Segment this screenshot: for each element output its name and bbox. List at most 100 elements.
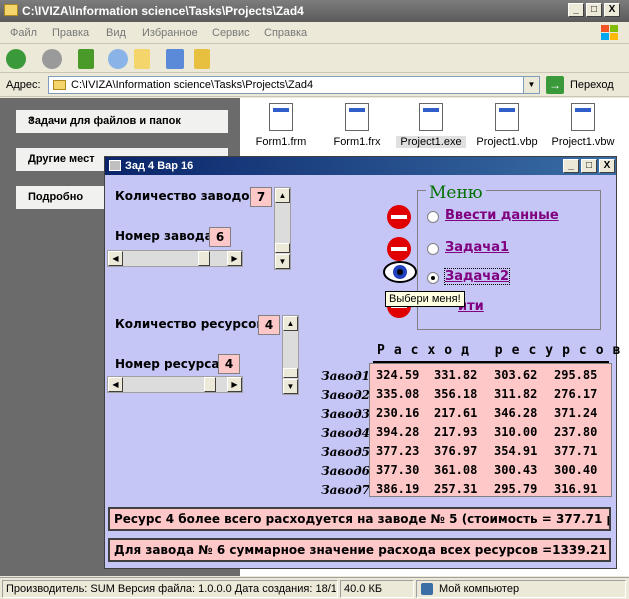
factories-count-scrollbar[interactable]: ▲ ▼ xyxy=(274,187,291,270)
forward-arrow-icon[interactable] xyxy=(42,49,62,69)
row-label: Завод6 xyxy=(321,464,371,478)
option-task2[interactable]: Задача2 xyxy=(443,268,511,285)
radio-task1[interactable] xyxy=(427,243,439,255)
scroll-thumb[interactable] xyxy=(275,243,290,253)
menu-title: Меню xyxy=(426,183,486,203)
tasks-panel-title: Подробно xyxy=(28,191,84,203)
scroll-right-icon[interactable]: ▶ xyxy=(227,251,242,266)
result-max-resource: Ресурс 4 более всего расходуется на заво… xyxy=(108,507,611,531)
status-panel-info: Производитель: SUM Версия файла: 1.0.0.0… xyxy=(2,580,338,598)
file-item[interactable]: Form1.frx xyxy=(322,103,392,148)
favorites-star-icon[interactable] xyxy=(194,49,210,69)
grid-cell: 295.85 xyxy=(554,368,598,382)
views-icon[interactable] xyxy=(166,49,184,69)
eye-icon xyxy=(383,261,417,283)
stop-icon xyxy=(387,237,411,261)
menu-file[interactable]: Файл xyxy=(10,27,37,39)
grid-cell: 354.91 xyxy=(494,444,538,458)
chevron-down-icon[interactable]: ▼ xyxy=(523,77,539,93)
address-input[interactable]: C:\IVIZA\Information science\Tasks\Proje… xyxy=(48,76,540,94)
menu-tools[interactable]: Сервис xyxy=(212,27,250,39)
file-item[interactable]: Project1.exe xyxy=(396,103,466,148)
factories-count-label: Количество заводов xyxy=(115,189,258,203)
grid-cell: 310.00 xyxy=(494,425,538,439)
scroll-thumb[interactable] xyxy=(198,251,210,266)
result-factory-sum: Для завода № 6 суммарное значение расход… xyxy=(108,538,611,562)
file-name: Form1.frm xyxy=(255,136,307,148)
address-value: C:\IVIZA\Information science\Tasks\Proje… xyxy=(71,79,314,91)
status-panel-zone: Мой компьютер xyxy=(416,580,626,598)
option-input-data[interactable]: Ввести данные xyxy=(445,208,559,223)
radio-input-data[interactable] xyxy=(427,211,439,223)
grid-cell: 230.16 xyxy=(376,406,420,420)
scroll-up-icon[interactable]: ▲ xyxy=(275,188,290,203)
tasks-panel-file-tasks[interactable]: Задачи для файлов и папок » xyxy=(16,110,228,133)
grid-cell: 217.93 xyxy=(434,425,478,439)
search-icon[interactable] xyxy=(108,49,128,69)
resource-grid: 324.59 331.82 303.62 295.85 335.08 356.1… xyxy=(369,363,612,497)
vb-form-file-icon xyxy=(269,103,293,131)
result-text: Ресурс 4 более всего расходуется на заво… xyxy=(114,512,611,526)
grid-cell: 303.62 xyxy=(494,368,538,382)
vb-frx-file-icon xyxy=(345,103,369,131)
form-title-bar[interactable]: Зад 4 Вар 16 _ □ X xyxy=(105,157,616,175)
grid-cell: 386.19 xyxy=(376,482,420,496)
resource-number-value: 4 xyxy=(218,354,240,374)
scroll-left-icon[interactable]: ◀ xyxy=(108,251,123,266)
form-maximize-button[interactable]: □ xyxy=(581,159,597,173)
menu-help[interactable]: Справка xyxy=(264,27,307,39)
file-item[interactable]: Project1.vbw xyxy=(548,103,618,148)
folders-icon[interactable] xyxy=(134,49,150,69)
vb-workspace-file-icon xyxy=(571,103,595,131)
stop-icon xyxy=(387,205,411,229)
up-folder-icon[interactable] xyxy=(78,49,94,69)
factories-count-value: 7 xyxy=(250,187,272,207)
minimize-button[interactable]: _ xyxy=(568,3,584,17)
table-title: Расход ресурсов xyxy=(377,343,629,358)
scroll-down-icon[interactable]: ▼ xyxy=(283,379,298,394)
scroll-down-icon[interactable]: ▼ xyxy=(275,254,290,269)
folder-icon xyxy=(4,4,18,16)
scroll-thumb[interactable] xyxy=(204,377,216,392)
go-label: Переход xyxy=(570,79,614,91)
scroll-right-icon[interactable]: ▶ xyxy=(227,377,242,392)
grid-cell: 237.80 xyxy=(554,425,598,439)
my-computer-icon xyxy=(421,583,433,595)
form-minimize-button[interactable]: _ xyxy=(563,159,579,173)
form-close-button[interactable]: X xyxy=(599,159,615,173)
grid-cell: 217.61 xyxy=(434,406,478,420)
row-label: Завод1 xyxy=(321,369,371,383)
go-arrow-icon: → xyxy=(546,76,564,94)
tooltip: Выбери меня! xyxy=(385,291,465,307)
scroll-left-icon[interactable]: ◀ xyxy=(108,377,123,392)
factory-number-value: 6 xyxy=(209,227,231,247)
resource-number-scrollbar[interactable]: ◀ ▶ xyxy=(107,376,243,393)
resources-count-scrollbar[interactable]: ▲ ▼ xyxy=(282,315,299,395)
address-label: Адрес: xyxy=(6,79,41,91)
file-item[interactable]: Form1.frm xyxy=(246,103,316,148)
radio-task2[interactable] xyxy=(427,272,439,284)
close-button[interactable]: X xyxy=(604,3,620,17)
resources-count-label: Количество ресурсов xyxy=(115,317,264,331)
maximize-button[interactable]: □ xyxy=(586,3,602,17)
form-icon xyxy=(109,160,121,171)
window-title-bar[interactable]: C:\IVIZA\Information science\Tasks\Proje… xyxy=(0,0,629,22)
factory-number-label: Номер завода xyxy=(115,229,213,243)
menu-favorites[interactable]: Избранное xyxy=(142,27,198,39)
back-arrow-icon[interactable] xyxy=(6,49,26,69)
option-task1[interactable]: Задача1 xyxy=(445,240,509,255)
go-button[interactable]: → Переход xyxy=(546,76,626,94)
scroll-up-icon[interactable]: ▲ xyxy=(283,316,298,331)
chevron-collapse-icon[interactable]: » xyxy=(28,114,220,125)
grid-cell: 377.30 xyxy=(376,463,420,477)
address-bar: Адрес: C:\IVIZA\Information science\Task… xyxy=(0,73,629,97)
row-label: Завод7 xyxy=(321,483,371,497)
file-item[interactable]: Project1.vbp xyxy=(472,103,542,148)
row-label: Завод3 xyxy=(321,407,371,421)
menu-view[interactable]: Вид xyxy=(106,27,126,39)
exe-file-icon xyxy=(419,103,443,131)
menu-bar: Файл Правка Вид Избранное Сервис Справка xyxy=(0,22,629,44)
scroll-thumb[interactable] xyxy=(283,368,298,378)
menu-edit[interactable]: Правка xyxy=(52,27,89,39)
factory-number-scrollbar[interactable]: ◀ ▶ xyxy=(107,250,243,267)
